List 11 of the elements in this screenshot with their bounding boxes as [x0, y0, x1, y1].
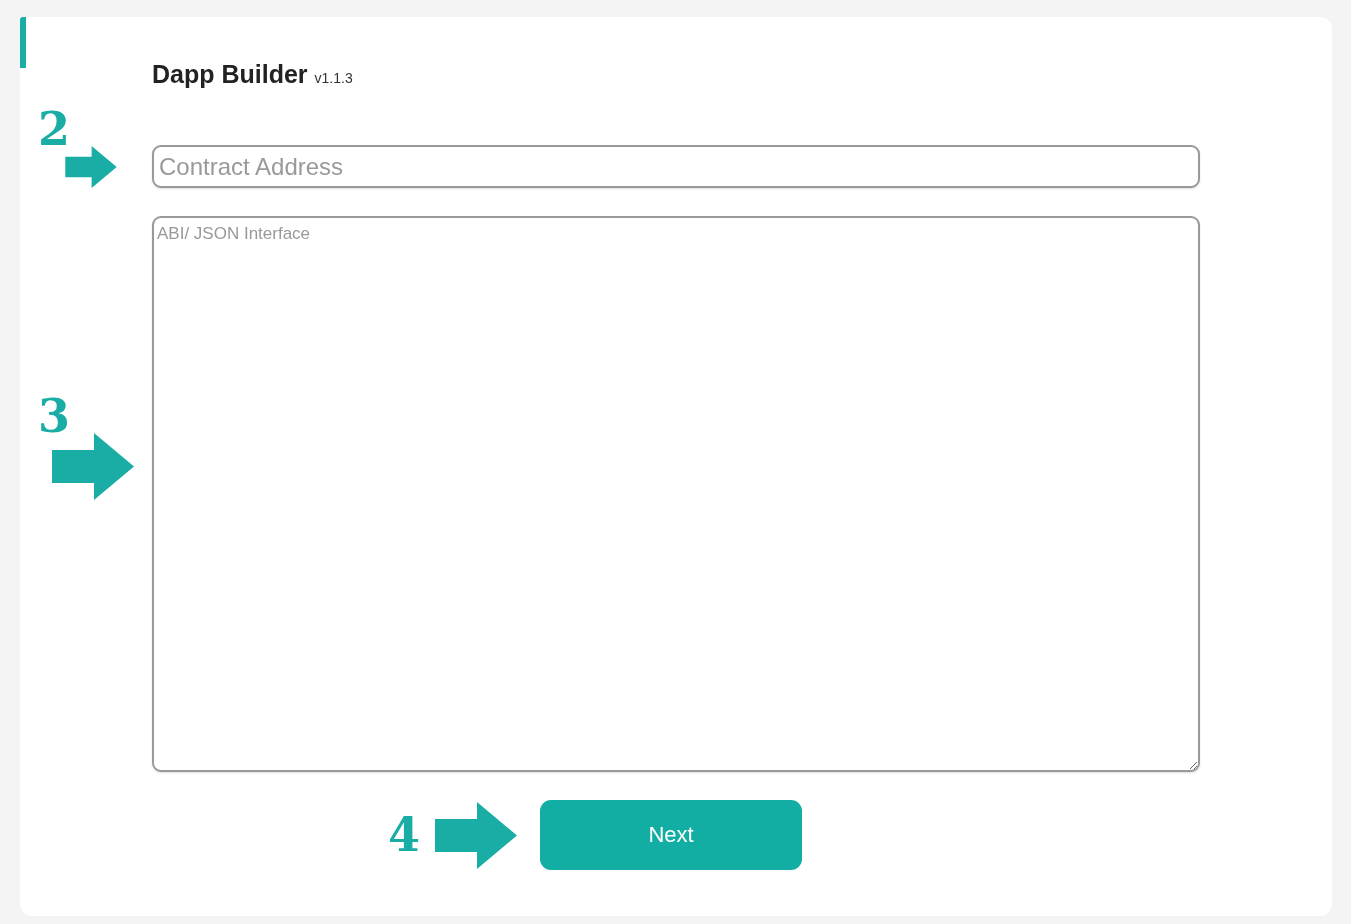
- arrow-icon: [435, 801, 517, 869]
- accent-bar: [20, 17, 26, 68]
- arrow-icon: [52, 433, 134, 500]
- version-label: v1.1.3: [314, 70, 353, 86]
- contract-address-field[interactable]: Contract Address: [152, 145, 1200, 188]
- step-number: 2: [38, 106, 70, 152]
- next-button[interactable]: Next: [540, 800, 802, 870]
- app-title: Dapp Builder: [152, 60, 308, 88]
- step-number: 4: [388, 812, 420, 858]
- step-number: 3: [38, 393, 70, 439]
- abi-json-field[interactable]: ABI/ JSON Interface: [152, 216, 1200, 772]
